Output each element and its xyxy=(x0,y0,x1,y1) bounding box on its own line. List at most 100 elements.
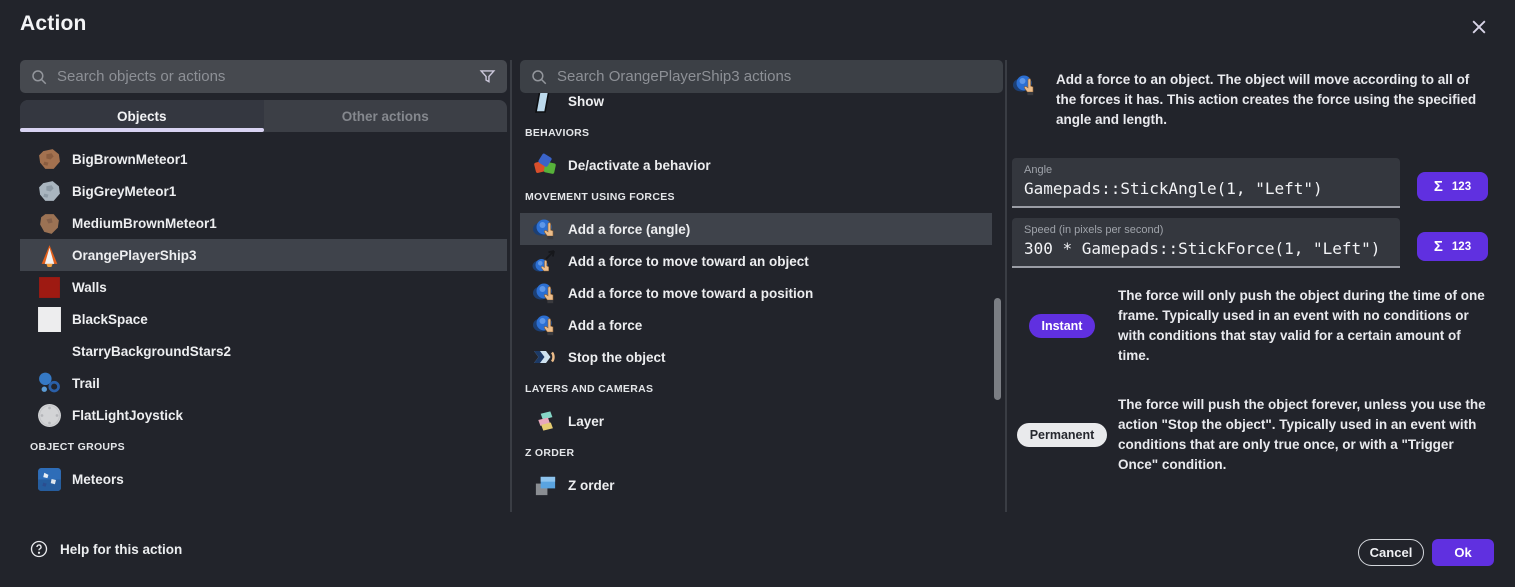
sigma-icon: Σ xyxy=(1434,238,1443,255)
object-row[interactable]: StarryBackgroundStars2 xyxy=(20,335,507,367)
red-square-icon xyxy=(36,274,62,300)
sigma-icon: Σ xyxy=(1434,178,1443,195)
force-icon xyxy=(532,312,558,338)
numbers-icon: 123 xyxy=(1452,241,1471,253)
object-row[interactable]: Trail xyxy=(20,367,507,399)
cancel-button[interactable]: Cancel xyxy=(1358,539,1424,566)
angle-field-value: Gamepads::StickAngle(1, "Left") xyxy=(1024,179,1388,198)
action-row[interactable]: Show xyxy=(520,93,992,117)
instant-option-row: Instant The force will only push the obj… xyxy=(1012,286,1490,366)
joystick-icon xyxy=(36,402,62,428)
object-label: FlatLightJoystick xyxy=(72,408,183,423)
action-label: Add a force to move toward an object xyxy=(568,254,809,269)
panel-divider xyxy=(1005,60,1007,512)
page-title: Action xyxy=(20,12,87,36)
object-label: OrangePlayerShip3 xyxy=(72,248,197,263)
object-row[interactable]: FlatLightJoystick xyxy=(20,399,507,431)
object-row[interactable]: BigGreyMeteor1 xyxy=(20,175,507,207)
action-row[interactable]: Add a force to move toward an object xyxy=(520,245,992,277)
object-label: BigBrownMeteor1 xyxy=(72,152,188,167)
action-row[interactable]: Add a force xyxy=(520,309,992,341)
force-toward-position-icon xyxy=(532,280,558,306)
action-row[interactable]: Z order xyxy=(520,469,992,501)
force-icon xyxy=(532,216,558,242)
instant-badge[interactable]: Instant xyxy=(1029,314,1096,338)
objects-search-input[interactable] xyxy=(57,68,468,85)
help-link[interactable]: Help for this action xyxy=(30,540,182,558)
object-row[interactable]: MediumBrownMeteor1 xyxy=(20,207,507,239)
object-label: Trail xyxy=(72,376,100,391)
action-label: Stop the object xyxy=(568,350,666,365)
object-label: MediumBrownMeteor1 xyxy=(72,216,217,231)
permanent-option-row: Permanent The force will push the object… xyxy=(1012,395,1490,475)
category-header: BEHAVIORS xyxy=(520,117,992,149)
category-header: LAYERS AND CAMERAS xyxy=(520,373,992,405)
action-label: Add a force to move toward a position xyxy=(568,286,813,301)
objects-list: BigBrownMeteor1 BigGreyMeteor1 MediumBro… xyxy=(20,143,507,495)
numbers-icon: 123 xyxy=(1452,181,1471,193)
search-icon xyxy=(30,68,48,86)
filter-icon[interactable] xyxy=(477,67,497,87)
action-label: De/activate a behavior xyxy=(568,158,711,173)
action-row[interactable]: Layer xyxy=(520,405,992,437)
action-label: Z order xyxy=(568,478,615,493)
instant-description: The force will only push the object duri… xyxy=(1118,286,1490,366)
white-square-icon xyxy=(36,306,62,332)
object-label: Walls xyxy=(72,280,107,295)
actions-search-input[interactable] xyxy=(557,68,993,85)
action-row[interactable]: De/activate a behavior xyxy=(520,149,992,181)
actions-panel: Show BEHAVIORS De/activate a behavior MO… xyxy=(520,60,1003,512)
action-row[interactable]: Stop the object xyxy=(520,341,992,373)
tab-other-actions[interactable]: Other actions xyxy=(264,100,508,132)
objects-panel: Objects Other actions BigBrownMeteor1 Bi… xyxy=(20,60,507,495)
action-row-selected[interactable]: Add a force (angle) xyxy=(520,213,992,245)
action-description-row: Add a force to an object. The object wil… xyxy=(1012,70,1495,130)
empty-icon xyxy=(36,338,62,364)
stop-object-icon xyxy=(532,344,558,370)
action-row[interactable]: Add a force to move toward a position xyxy=(520,277,992,309)
speed-field[interactable]: Speed (in pixels per second) 300 * Gamep… xyxy=(1012,218,1400,268)
speed-field-label: Speed (in pixels per second) xyxy=(1024,224,1388,236)
angle-expression-button[interactable]: Σ 123 xyxy=(1417,172,1488,201)
object-row-selected[interactable]: OrangePlayerShip3 xyxy=(20,239,507,271)
action-label: Add a force (angle) xyxy=(568,222,690,237)
brown-meteor-icon xyxy=(36,210,62,236)
z-order-icon xyxy=(532,472,558,498)
force-icon xyxy=(1012,72,1038,98)
object-label: StarryBackgroundStars2 xyxy=(72,344,231,359)
help-icon xyxy=(30,540,48,558)
speed-field-value: 300 * Gamepads::StickForce(1, "Left") xyxy=(1024,239,1388,258)
brown-meteor-icon xyxy=(36,146,62,172)
speed-expression-button[interactable]: Σ 123 xyxy=(1417,232,1488,261)
object-label: BigGreyMeteor1 xyxy=(72,184,176,199)
category-header: MOVEMENT USING FORCES xyxy=(520,181,992,213)
action-label: Add a force xyxy=(568,318,642,333)
trail-icon xyxy=(36,370,62,396)
object-groups-header: OBJECT GROUPS xyxy=(20,431,507,463)
action-dialog: Action Objects Other actions BigBrownMet… xyxy=(0,0,1515,587)
actions-search-bar xyxy=(520,60,1003,93)
object-row[interactable]: BlackSpace xyxy=(20,303,507,335)
action-description: Add a force to an object. The object wil… xyxy=(1056,70,1480,130)
ok-button[interactable]: Ok xyxy=(1432,539,1494,566)
meteors-group-icon xyxy=(36,466,62,492)
angle-field-label: Angle xyxy=(1024,164,1388,176)
angle-field[interactable]: Angle Gamepads::StickAngle(1, "Left") xyxy=(1012,158,1400,208)
object-row[interactable]: Walls xyxy=(20,271,507,303)
permanent-description: The force will push the object forever, … xyxy=(1118,395,1490,475)
behavior-icon xyxy=(532,152,558,178)
active-tab-underline xyxy=(20,128,264,132)
rocket-icon xyxy=(36,242,62,268)
permanent-badge[interactable]: Permanent xyxy=(1017,423,1108,447)
objects-search-bar xyxy=(20,60,507,93)
objects-tabs: Objects Other actions xyxy=(20,100,507,132)
show-icon xyxy=(532,93,558,114)
close-icon[interactable] xyxy=(1466,14,1492,40)
action-details-panel: Add a force to an object. The object wil… xyxy=(1012,60,1495,512)
object-row[interactable]: BigBrownMeteor1 xyxy=(20,143,507,175)
search-icon xyxy=(530,68,548,86)
action-label: Layer xyxy=(568,414,604,429)
help-label: Help for this action xyxy=(60,542,182,557)
object-label: BlackSpace xyxy=(72,312,148,327)
object-group-row[interactable]: Meteors xyxy=(20,463,507,495)
